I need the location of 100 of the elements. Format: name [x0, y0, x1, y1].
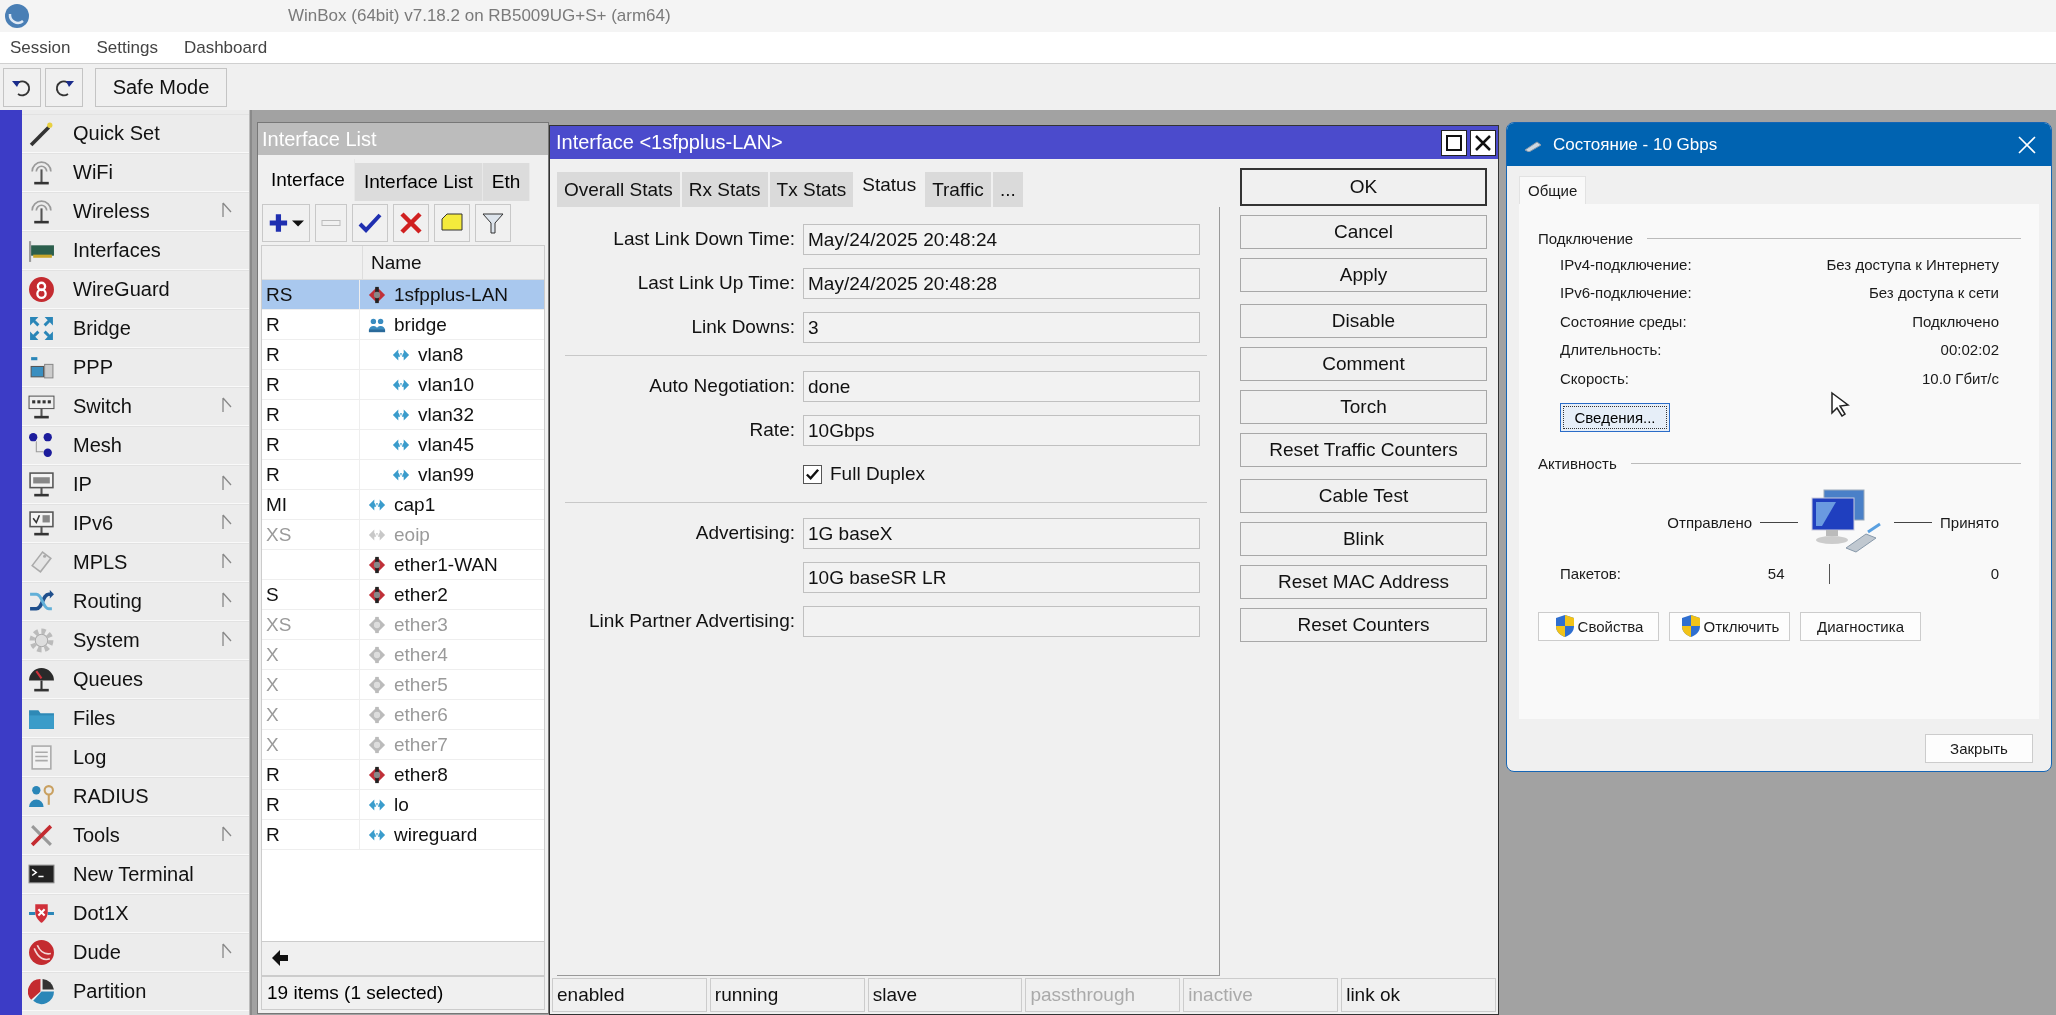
sidebar-item[interactable]: PPP	[22, 348, 249, 387]
filter-button[interactable]	[475, 204, 511, 242]
info-label: Состояние среды:	[1560, 312, 1687, 330]
port-icon	[368, 615, 386, 634]
sidebar-item[interactable]: Interfaces	[22, 231, 249, 270]
tab[interactable]: Traffic	[925, 172, 991, 207]
sidebar-item[interactable]: Files	[22, 699, 249, 738]
checkbox[interactable]	[803, 464, 822, 484]
received-label: Принято	[1940, 514, 1999, 531]
table-row[interactable]: R vlan45	[262, 430, 544, 460]
switch-icon	[28, 393, 55, 420]
sidebar-item[interactable]: System	[22, 621, 249, 660]
dialog-button[interactable]: Disable	[1240, 304, 1487, 338]
submenu-arrow-icon	[222, 397, 232, 413]
sidebar-item[interactable]: Bridge	[22, 309, 249, 348]
table-row[interactable]: MI cap1	[262, 490, 544, 520]
dialog-button[interactable]: Blink	[1240, 522, 1487, 556]
safe-mode-button[interactable]: Safe Mode	[95, 67, 227, 107]
disable-button[interactable]	[393, 204, 429, 242]
menu-item[interactable]: Dashboard	[183, 37, 268, 58]
dialog-button[interactable]: Reset Counters	[1240, 608, 1487, 642]
tab[interactable]: Interface List	[354, 163, 483, 201]
menu-item[interactable]: Session	[10, 37, 71, 58]
table-row[interactable]: ether1-WAN	[262, 550, 544, 580]
sidebar-item[interactable]: WiFi	[22, 153, 249, 192]
sidebar-item[interactable]: Quick Set	[22, 114, 249, 153]
user-key-icon	[28, 783, 55, 810]
tab[interactable]: Overall Stats	[557, 172, 680, 207]
table-row[interactable]: R lo	[262, 790, 544, 820]
port-icon	[368, 645, 386, 664]
table-cell: cap1	[360, 490, 436, 519]
table-cell: eoip	[360, 520, 430, 549]
value-field: done	[803, 370, 1200, 402]
tab[interactable]: ...	[992, 172, 1023, 207]
wand-icon	[28, 120, 55, 147]
circle-logo-icon	[28, 276, 55, 303]
field-label: Advertising:	[695, 522, 795, 543]
sidebar-item[interactable]: Partition	[22, 972, 249, 1011]
sidebar-item[interactable]: WireGuard	[22, 270, 249, 309]
close-button[interactable]: Закрыть	[1925, 734, 2033, 763]
menu-item[interactable]: Settings	[96, 37, 158, 58]
dialog-button[interactable]: OK	[1240, 168, 1487, 206]
sidebar-item[interactable]: Routing	[22, 582, 249, 621]
tab[interactable]: Tx Stats	[769, 172, 854, 207]
table-cell: R	[262, 400, 360, 429]
sidebar-item[interactable]: IPv6	[22, 504, 249, 543]
sidebar-item[interactable]: Dude	[22, 933, 249, 972]
dialog-button[interactable]: Comment	[1240, 347, 1487, 381]
dialog-button[interactable]: Reset MAC Address	[1240, 565, 1487, 599]
monitor-icon	[28, 510, 55, 537]
sidebar-item[interactable]: Mesh	[22, 426, 249, 465]
dialog-button[interactable]: Apply	[1240, 258, 1487, 292]
window-title: Состояние - 10 Gbps	[1553, 134, 1718, 155]
left-arrow-icon[interactable]	[270, 948, 290, 968]
dialog-button[interactable]: Cable Test	[1240, 479, 1487, 513]
undo-button[interactable]	[3, 67, 41, 107]
action-button[interactable]: Отключить	[1669, 611, 1790, 641]
value-field: May/24/2025 20:48:28	[803, 267, 1200, 299]
tab[interactable]: Eth	[482, 163, 531, 201]
action-button[interactable]: Диагностика	[1800, 611, 1921, 641]
table-row[interactable]: R vlan99	[262, 460, 544, 490]
dialog-button[interactable]: Cancel	[1240, 215, 1487, 249]
sidebar-item[interactable]: New Terminal	[22, 855, 249, 894]
enable-button[interactable]	[352, 204, 388, 242]
dialog-button[interactable]: Reset Traffic Counters	[1240, 433, 1487, 467]
details-button[interactable]: Сведения...	[1560, 402, 1670, 432]
tools-icon	[28, 822, 55, 849]
table-row[interactable]: R bridge	[262, 310, 544, 340]
field-label: Rate:	[749, 419, 795, 440]
sidebar-item[interactable]: Queues	[22, 660, 249, 699]
close-icon[interactable]	[1470, 129, 1496, 156]
port-icon	[368, 555, 386, 574]
dots-icon	[28, 432, 55, 459]
sidebar-item[interactable]: Tools	[22, 816, 249, 855]
info-label: Скорость:	[1560, 369, 1629, 387]
tab[interactable]: Общие	[1519, 176, 1587, 204]
table-row[interactable]: R ether8	[262, 760, 544, 790]
circle-logo-icon	[28, 939, 55, 966]
table-row[interactable]: R vlan10	[262, 370, 544, 400]
add-button[interactable]	[262, 204, 310, 242]
sidebar-item[interactable]: Dot1X	[22, 894, 249, 933]
maximize-icon[interactable]	[1441, 129, 1467, 156]
dialog-button[interactable]: Torch	[1240, 390, 1487, 424]
computer-icon	[28, 354, 55, 381]
comment-button[interactable]	[434, 204, 470, 242]
sidebar-item[interactable]: IP	[22, 465, 249, 504]
table-row[interactable]: R vlan8	[262, 340, 544, 370]
status-cell: inactive	[1183, 978, 1339, 1012]
table-row[interactable]: RS 1sfpplus-LAN	[262, 280, 544, 310]
sidebar-item[interactable]: MPLS	[22, 543, 249, 582]
redo-button[interactable]	[45, 67, 83, 107]
table-row[interactable]: S ether2	[262, 580, 544, 610]
action-button[interactable]: Свойства	[1538, 611, 1659, 641]
sidebar-item[interactable]: Switch	[22, 387, 249, 426]
table-row[interactable]: R vlan32	[262, 400, 544, 430]
sidebar-item[interactable]: Wireless	[22, 192, 249, 231]
sidebar-item[interactable]: Log	[22, 738, 249, 777]
table-row[interactable]: R wireguard	[262, 820, 544, 850]
tab[interactable]: Rx Stats	[681, 172, 768, 207]
sidebar-item[interactable]: RADIUS	[22, 777, 249, 816]
